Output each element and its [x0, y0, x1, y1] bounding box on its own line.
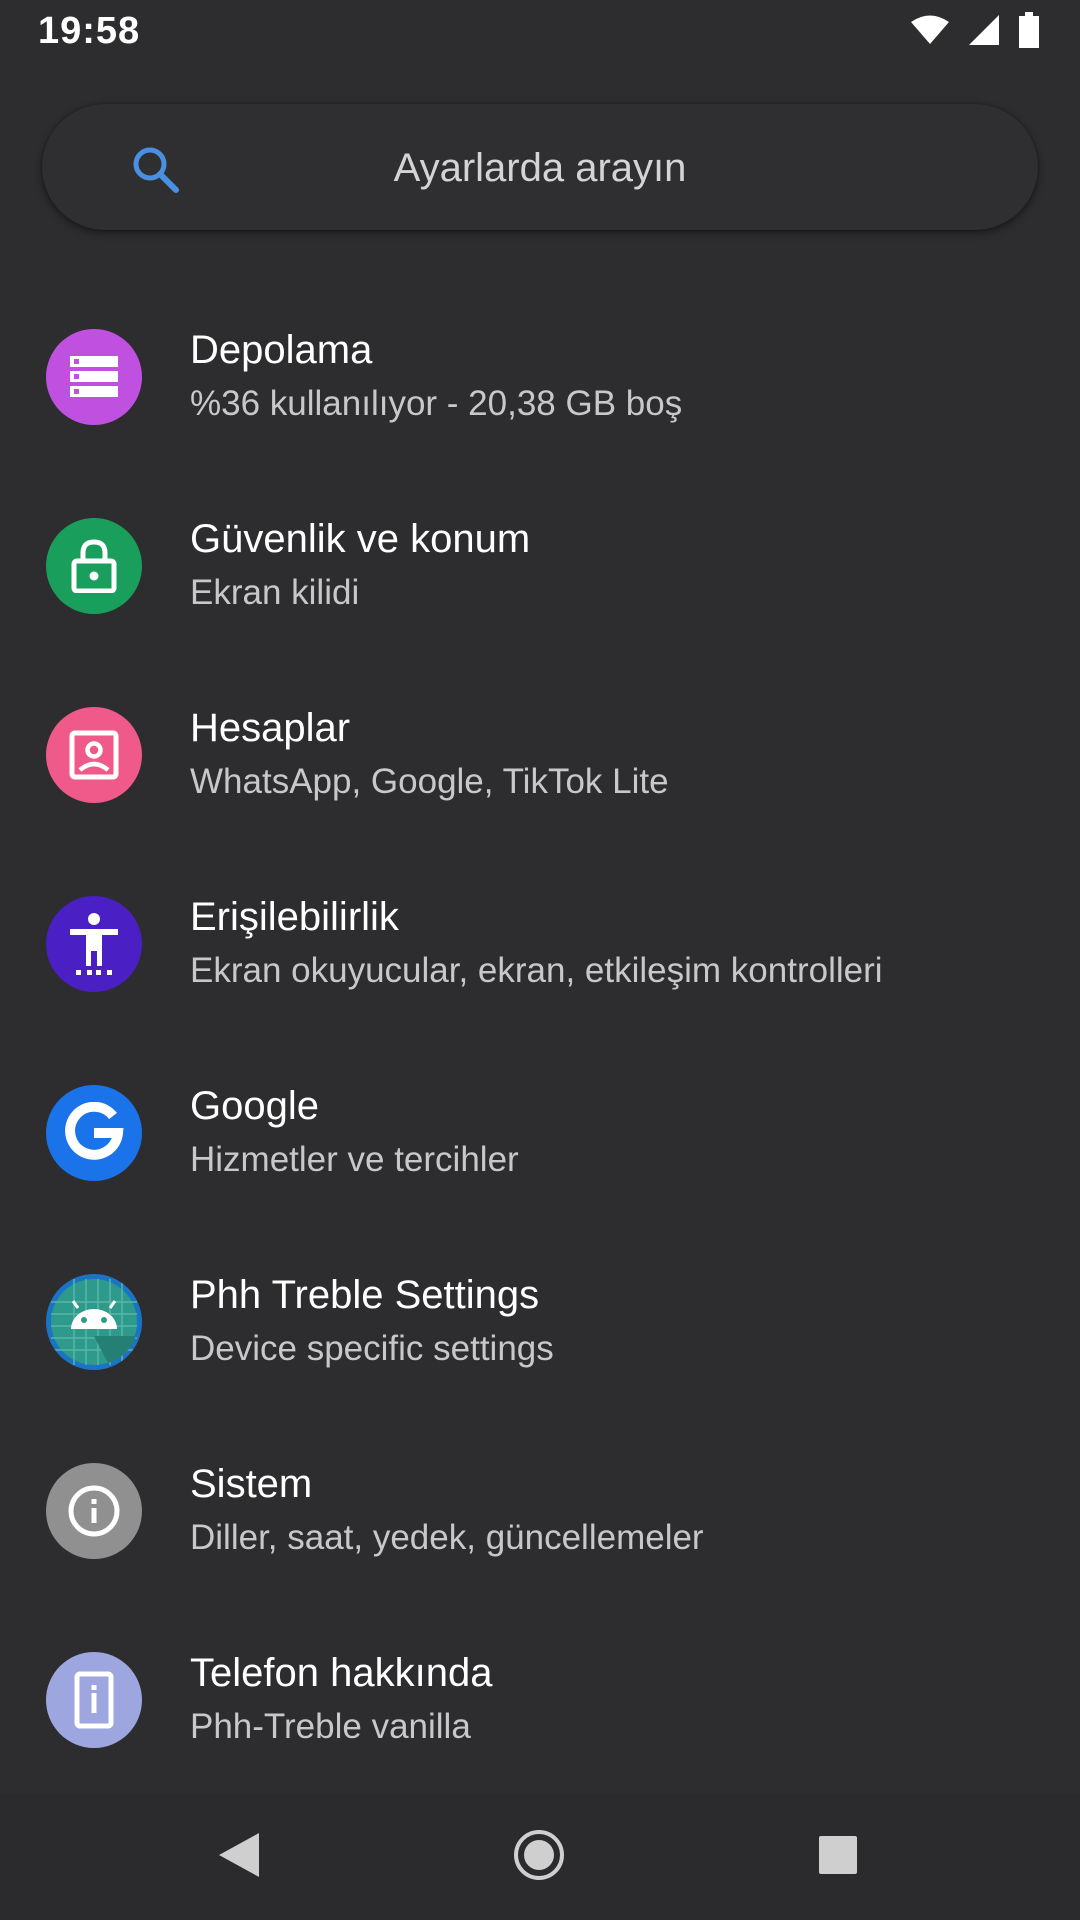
setting-item-storage[interactable]: Depolama %36 kullanılıyor - 20,38 GB boş	[0, 282, 1080, 471]
home-circle-icon	[512, 1828, 566, 1887]
setting-title: Google	[190, 1084, 319, 1128]
storage-icon	[46, 329, 142, 425]
setting-title: Erişilebilirlik	[190, 895, 399, 939]
setting-subtitle: Diller, saat, yedek, güncellemeler	[190, 1518, 704, 1557]
setting-subtitle: Phh-Treble vanilla	[190, 1707, 471, 1746]
recents-square-icon	[817, 1834, 859, 1881]
status-icons	[910, 11, 1040, 53]
setting-title: Depolama	[190, 328, 373, 372]
setting-subtitle: %36 kullanılıyor - 20,38 GB boş	[190, 384, 683, 423]
search-placeholder: Ayarlarda arayın	[393, 146, 687, 190]
setting-item-system[interactable]: Sistem Diller, saat, yedek, güncellemele…	[0, 1416, 1080, 1605]
setting-title: Sistem	[190, 1462, 313, 1506]
setting-item-accessibility[interactable]: Erişilebilirlik Ekran okuyucular, ekran,…	[0, 849, 1080, 1038]
setting-subtitle: Ekran kilidi	[190, 573, 360, 612]
info-icon	[46, 1463, 142, 1559]
back-triangle-icon	[217, 1831, 261, 1884]
setting-item-about-phone[interactable]: Telefon hakkında Phh-Treble vanilla	[0, 1605, 1080, 1794]
setting-title: Güvenlik ve konum	[190, 517, 531, 561]
recents-button[interactable]	[805, 1824, 871, 1890]
search-bar[interactable]: Ayarlarda arayın	[42, 104, 1038, 230]
wifi-icon	[910, 15, 950, 50]
setting-item-google[interactable]: Google Hizmetler ve tercihler	[0, 1038, 1080, 1227]
setting-item-accounts[interactable]: Hesaplar WhatsApp, Google, TikTok Lite	[0, 660, 1080, 849]
cellular-signal-icon	[968, 14, 1000, 51]
battery-icon	[1018, 11, 1040, 53]
back-button[interactable]	[206, 1824, 272, 1890]
setting-title: Telefon hakkında	[190, 1651, 493, 1695]
setting-subtitle: Hizmetler ve tercihler	[190, 1140, 519, 1179]
home-button[interactable]	[506, 1824, 572, 1890]
setting-subtitle: WhatsApp, Google, TikTok Lite	[190, 762, 669, 801]
phone-info-icon	[46, 1652, 142, 1748]
setting-item-security[interactable]: Güvenlik ve konum Ekran kilidi	[0, 471, 1080, 660]
setting-item-phh-treble[interactable]: Phh Treble Settings Device specific sett…	[0, 1227, 1080, 1416]
settings-list: Depolama %36 kullanılıyor - 20,38 GB boş…	[0, 282, 1080, 1794]
setting-subtitle: Ekran okuyucular, ekran, etkileşim kontr…	[190, 951, 883, 990]
setting-subtitle: Device specific settings	[190, 1329, 554, 1368]
status-bar: 19:58	[0, 0, 1080, 66]
android-robot-icon	[46, 1274, 142, 1370]
google-g-icon	[46, 1085, 142, 1181]
navigation-bar	[0, 1794, 1080, 1920]
setting-title: Phh Treble Settings	[190, 1273, 540, 1317]
settings-screen: 19:58 Ayarlarda arayın Depolama %36 kull…	[0, 0, 1080, 1920]
status-time: 19:58	[38, 10, 141, 52]
accessibility-icon	[46, 896, 142, 992]
account-box-icon	[46, 707, 142, 803]
setting-title: Hesaplar	[190, 706, 351, 750]
lock-icon	[46, 518, 142, 614]
